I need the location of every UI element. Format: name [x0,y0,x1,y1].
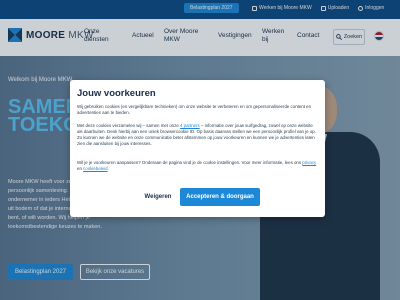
cookie-consent-dialog: Jouw voorkeuren Wij gebruiken cookies (e… [70,80,325,217]
reject-button[interactable]: Weigeren [136,188,180,206]
dialog-intro-text: Wij gebruiken cookies (en vergelijkbare … [77,104,312,115]
dialog-partners-text: Met deze cookies verzamelen wij – samen … [77,123,316,146]
partners-link[interactable]: 4 partners [180,123,200,128]
dialog-settings-text: Wil je je voorkeuren aanpassen? Onderaan… [77,160,317,171]
privacy-link[interactable]: privacy [302,160,316,165]
accept-button[interactable]: Accepteren & doorgaan [180,188,260,206]
dialog-title: Jouw voorkeuren [77,88,156,99]
cookie-policy-link[interactable]: cookiebeleid [83,166,107,171]
